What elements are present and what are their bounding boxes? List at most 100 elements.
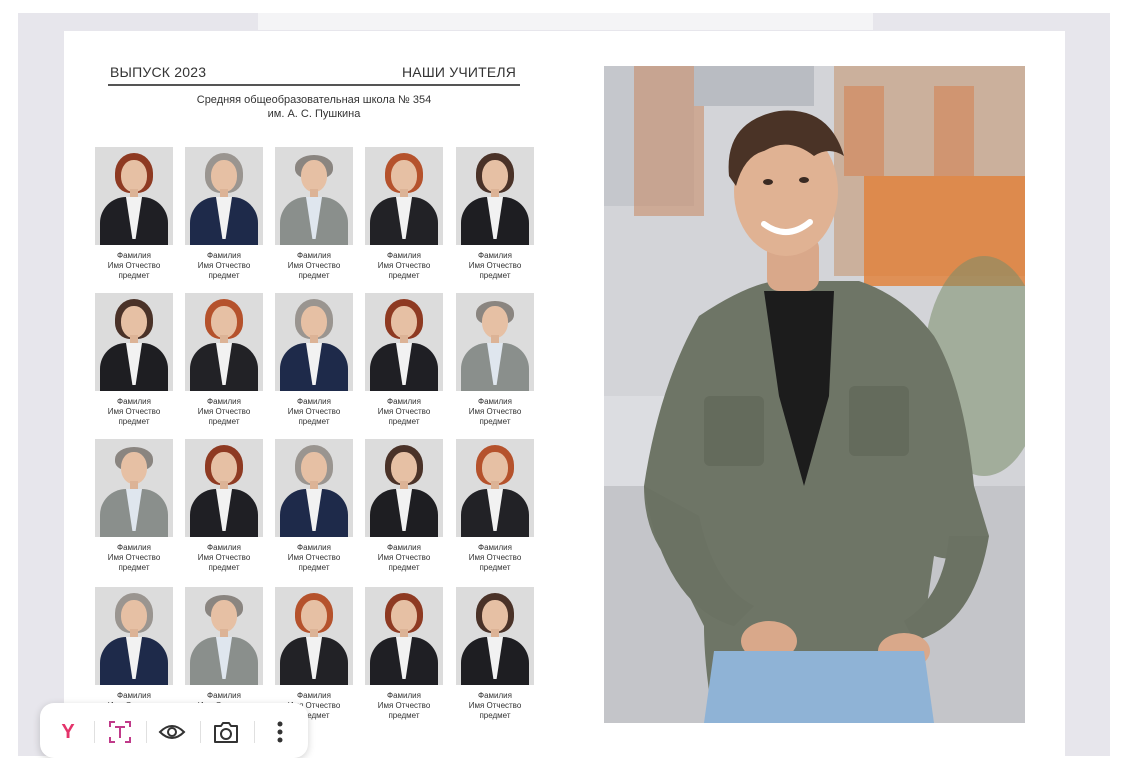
yandex-logo-glyph: Y [61, 720, 75, 743]
teacher-subject: предмет [208, 563, 240, 572]
teacher-subject: предмет [208, 271, 240, 280]
teacher-name: Фамилия [387, 397, 421, 406]
teacher-photo [456, 147, 534, 245]
teacher-card: ФамилияИмя Отчествопредмет [275, 147, 355, 281]
teacher-name: Фамилия [117, 691, 151, 700]
teacher-photo [275, 147, 353, 245]
teacher-photo [185, 587, 263, 685]
teacher-patronymic: Имя Отчество [107, 553, 161, 562]
teacher-photo [275, 587, 353, 685]
school-name: Средняя общеобразовательная школа № 354 … [108, 93, 520, 121]
teacher-patronymic: Имя Отчество [197, 553, 251, 562]
teacher-patronymic: Имя Отчество [377, 701, 431, 710]
teacher-patronymic: Имя Отчество [377, 261, 431, 270]
more-vertical-icon[interactable] [266, 718, 294, 746]
teacher-name: Фамилия [297, 397, 331, 406]
teacher-name: Фамилия [478, 397, 512, 406]
teacher-caption: ФамилияИмя Отчествопредмет [456, 251, 534, 281]
teacher-name: Фамилия [387, 543, 421, 552]
teacher-subject: предмет [118, 271, 150, 280]
teacher-caption: ФамилияИмя Отчествопредмет [456, 543, 534, 573]
teacher-name: Фамилия [207, 251, 241, 260]
camera-search-icon[interactable] [212, 718, 240, 746]
teacher-subject: предмет [298, 271, 330, 280]
toolbar-separator [254, 721, 255, 743]
teacher-patronymic: Имя Отчество [287, 261, 341, 270]
teacher-subject: предмет [118, 563, 150, 572]
teacher-patronymic: Имя Отчество [468, 701, 522, 710]
section-title: НАШИ УЧИТЕЛЯ [402, 64, 517, 80]
teacher-name: Фамилия [297, 543, 331, 552]
teacher-caption: ФамилияИмя Отчествопредмет [95, 397, 173, 427]
teacher-subject: предмет [208, 417, 240, 426]
teacher-caption: ФамилияИмя Отчествопредмет [365, 691, 443, 721]
teacher-patronymic: Имя Отчество [377, 407, 431, 416]
teacher-card: ФамилияИмя Отчествопредмет [456, 587, 536, 721]
teacher-photo [95, 439, 173, 537]
teacher-name: Фамилия [117, 251, 151, 260]
teacher-photo [365, 587, 443, 685]
teacher-caption: ФамилияИмя Отчествопредмет [365, 397, 443, 427]
teacher-card: ФамилияИмя Отчествопредмет [95, 439, 175, 573]
teacher-card: ФамилияИмя Отчествопредмет [95, 147, 175, 281]
teacher-subject: предмет [479, 711, 511, 720]
teacher-subject: предмет [479, 417, 511, 426]
teacher-card: ФамилияИмя Отчествопредмет [365, 147, 445, 281]
teacher-name: Фамилия [207, 543, 241, 552]
teacher-photo [456, 293, 534, 391]
teacher-card: ФамилияИмя Отчествопредмет [185, 439, 265, 573]
graduation-year-heading: ВЫПУСК 2023 [110, 64, 207, 80]
teacher-card: ФамилияИмя Отчествопредмет [95, 587, 175, 721]
header-divider [108, 84, 520, 86]
teacher-caption: ФамилияИмя Отчествопредмет [365, 543, 443, 573]
teacher-caption: ФамилияИмя Отчествопредмет [185, 543, 263, 573]
teacher-name: Фамилия [117, 397, 151, 406]
teacher-name: Фамилия [117, 543, 151, 552]
teacher-caption: ФамилияИмя Отчествопредмет [185, 251, 263, 281]
teacher-photo [365, 293, 443, 391]
teacher-subject: предмет [388, 563, 420, 572]
teacher-photo [275, 293, 353, 391]
yandex-logo-icon[interactable]: Y [54, 718, 82, 746]
teacher-caption: ФамилияИмя Отчествопредмет [275, 251, 353, 281]
teacher-name: Фамилия [387, 691, 421, 700]
teacher-name: Фамилия [478, 251, 512, 260]
teacher-name: Фамилия [207, 397, 241, 406]
teacher-photo [95, 147, 173, 245]
teacher-name: Фамилия [478, 691, 512, 700]
teacher-caption: ФамилияИмя Отчествопредмет [456, 397, 534, 427]
teacher-caption: ФамилияИмя Отчествопредмет [365, 251, 443, 281]
teacher-caption: ФамилияИмя Отчествопредмет [275, 543, 353, 573]
teacher-photo [456, 587, 534, 685]
student-portrait [604, 66, 1025, 723]
teacher-card: ФамилияИмя Отчествопредмет [275, 587, 355, 721]
teacher-subject: предмет [298, 563, 330, 572]
previous-page-edge [258, 13, 873, 30]
teacher-name: Фамилия [297, 691, 331, 700]
eye-icon[interactable] [158, 718, 186, 746]
teacher-name: Фамилия [478, 543, 512, 552]
toolbar-separator [146, 721, 147, 743]
text-recognition-icon[interactable] [106, 718, 134, 746]
teacher-caption: ФамилияИмя Отчествопредмет [185, 397, 263, 427]
teacher-card: ФамилияИмя Отчествопредмет [456, 293, 536, 427]
teacher-name: Фамилия [387, 251, 421, 260]
teacher-photo [456, 439, 534, 537]
teacher-patronymic: Имя Отчество [468, 261, 522, 270]
teacher-card: ФамилияИмя Отчествопредмет [456, 147, 536, 281]
teacher-card: ФамилияИмя Отчествопредмет [95, 293, 175, 427]
teacher-caption: ФамилияИмя Отчествопредмет [95, 543, 173, 573]
teacher-patronymic: Имя Отчество [287, 553, 341, 562]
teacher-caption: ФамилияИмя Отчествопредмет [275, 397, 353, 427]
teacher-photo [185, 147, 263, 245]
teacher-patronymic: Имя Отчество [468, 407, 522, 416]
teacher-patronymic: Имя Отчество [468, 553, 522, 562]
teacher-patronymic: Имя Отчество [107, 261, 161, 270]
teacher-subject: предмет [388, 417, 420, 426]
teacher-caption: ФамилияИмя Отчествопредмет [95, 251, 173, 281]
teacher-card: ФамилияИмя Отчествопредмет [185, 293, 265, 427]
teacher-patronymic: Имя Отчество [287, 407, 341, 416]
teacher-name: Фамилия [207, 691, 241, 700]
teacher-subject: предмет [118, 417, 150, 426]
teacher-card: ФамилияИмя Отчествопредмет [365, 439, 445, 573]
